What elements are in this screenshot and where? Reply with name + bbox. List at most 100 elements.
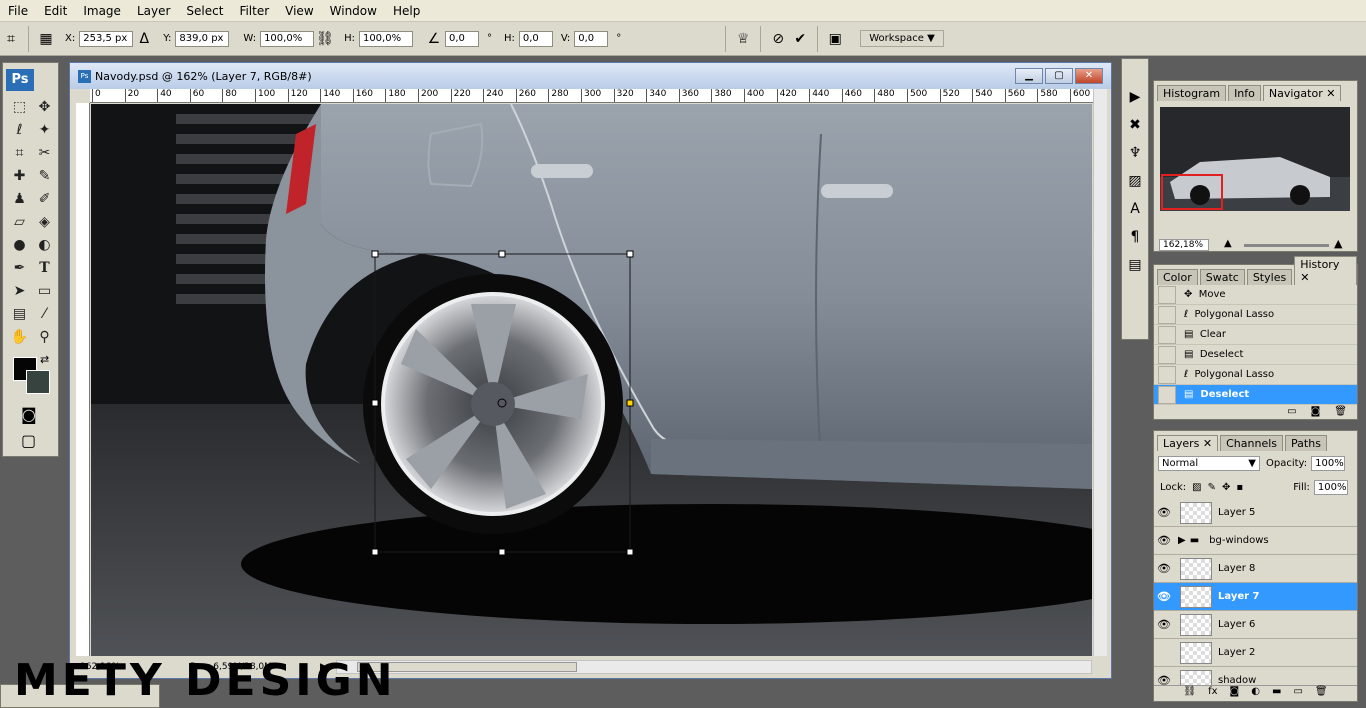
expand-arrow-icon[interactable]: ▶	[1178, 535, 1186, 546]
zoom-slider[interactable]	[1244, 244, 1329, 247]
eraser-tool-icon[interactable]: ▱	[7, 210, 32, 233]
x-field[interactable]: 253,5 px	[79, 30, 134, 47]
navigator-preview[interactable]	[1160, 107, 1350, 211]
minimize-button[interactable]: ▁	[1015, 68, 1043, 84]
history-item[interactable]: ℓ Polygonal Lasso	[1154, 365, 1357, 385]
layer-comps-icon[interactable]: ▤	[1122, 251, 1148, 279]
history-checkbox[interactable]	[1158, 305, 1176, 324]
maximize-button[interactable]: ▢	[1045, 68, 1073, 84]
background-color-swatch[interactable]	[26, 370, 50, 394]
eye-icon[interactable]: 👁	[1154, 590, 1174, 603]
horizontal-scrollbar[interactable]	[336, 660, 1092, 674]
crop-tool-icon[interactable]: ⌗	[7, 141, 32, 164]
move-tool-icon[interactable]: ✥	[32, 95, 57, 118]
hskew-field[interactable]: 0,0	[518, 30, 553, 47]
eye-icon[interactable]: 👁	[1154, 534, 1174, 547]
menu-layer[interactable]: Layer	[129, 0, 178, 22]
workspace-button[interactable]: Workspace ▼	[860, 30, 944, 47]
commit-transform-icon[interactable]: ✔	[789, 28, 811, 50]
tool-presets-icon[interactable]: ✖	[1122, 111, 1148, 139]
tab-swatches[interactable]: Swatc	[1199, 269, 1245, 285]
link-icon[interactable]: ⛓	[314, 28, 336, 50]
close-button[interactable]: ✕	[1075, 68, 1103, 84]
blur-tool-icon[interactable]: ●	[7, 233, 32, 256]
history-checkbox[interactable]	[1158, 285, 1176, 304]
path-select-tool-icon[interactable]: ➤	[7, 279, 32, 302]
actions-icon[interactable]: ▶	[1122, 83, 1148, 111]
layer-row-selected[interactable]: 👁 Layer 7	[1154, 583, 1357, 611]
delta-icon[interactable]: Δ	[133, 28, 155, 50]
lock-all-icon[interactable]: ▪	[1236, 482, 1243, 493]
eye-icon[interactable]: 👁	[1154, 562, 1174, 575]
pen-tool-icon[interactable]: ✒	[7, 256, 32, 279]
eyedropper-tool-icon[interactable]: ⁄	[32, 302, 57, 325]
height-field[interactable]: 100,0%	[358, 30, 413, 47]
menu-filter[interactable]: Filter	[231, 0, 277, 22]
lock-image-icon[interactable]: ✎	[1208, 482, 1216, 493]
navigator-zoom[interactable]: 162,18%	[1159, 239, 1209, 251]
history-checkbox[interactable]	[1158, 345, 1176, 364]
y-field[interactable]: 839,0 px	[175, 30, 230, 47]
character-icon[interactable]: A	[1122, 195, 1148, 223]
clone-source-icon[interactable]: ▨	[1122, 167, 1148, 195]
menu-window[interactable]: Window	[322, 0, 385, 22]
menu-select[interactable]: Select	[178, 0, 231, 22]
bridge-icon[interactable]: ▣	[824, 28, 846, 50]
eye-icon[interactable]: 👁	[1154, 506, 1174, 519]
brush-tool-icon[interactable]: ✎	[32, 164, 57, 187]
stamp-tool-icon[interactable]: ♟	[7, 187, 32, 210]
history-checkbox[interactable]	[1158, 385, 1176, 404]
blend-mode-select[interactable]: Normal ▼	[1158, 455, 1260, 471]
document-titlebar[interactable]: Ps Navody.psd @ 162% (Layer 7, RGB/8#) ▁…	[70, 63, 1111, 89]
opacity-field[interactable]: 100%	[1311, 455, 1346, 471]
delete-layer-icon[interactable]: 🗑	[1315, 686, 1328, 701]
tab-info[interactable]: Info	[1228, 85, 1261, 101]
paragraph-icon[interactable]: ¶	[1122, 223, 1148, 251]
menu-file[interactable]: File	[0, 0, 36, 22]
new-group-icon[interactable]: ▬	[1272, 686, 1281, 701]
history-item[interactable]: ℓ Polygonal Lasso	[1154, 305, 1357, 325]
hand-tool-icon[interactable]: ✋	[7, 325, 32, 348]
new-document-icon[interactable]: ▭	[1287, 406, 1296, 417]
vskew-field[interactable]: 0,0	[574, 30, 609, 47]
link-layers-icon[interactable]: ⛓	[1183, 686, 1196, 701]
marquee-tool-icon[interactable]: ⬚	[7, 95, 32, 118]
tab-navigator[interactable]: Navigator ✕	[1262, 85, 1342, 101]
trash-icon[interactable]: 🗑	[1334, 406, 1347, 417]
menu-help[interactable]: Help	[385, 0, 428, 22]
lasso-tool-icon[interactable]: ℓ	[7, 118, 32, 141]
notes-tool-icon[interactable]: ▤	[7, 302, 32, 325]
tab-channels[interactable]: Channels	[1220, 435, 1284, 451]
swap-colors-icon[interactable]: ⇄	[40, 353, 49, 366]
menu-view[interactable]: View	[277, 0, 321, 22]
width-field[interactable]: 100,0%	[260, 30, 315, 47]
shape-tool-icon[interactable]: ▭	[32, 279, 57, 302]
canvas[interactable]	[91, 104, 1092, 656]
tab-history[interactable]: History ✕	[1294, 256, 1357, 285]
transform-tool-icon[interactable]: ⌗	[0, 28, 22, 50]
lock-position-icon[interactable]: ✥	[1222, 482, 1230, 493]
layer-row[interactable]: Layer 2	[1154, 639, 1357, 667]
snapshot-icon[interactable]: ◙	[1311, 406, 1321, 417]
tab-paths[interactable]: Paths	[1285, 435, 1327, 451]
fx-icon[interactable]: fx	[1208, 686, 1217, 701]
layer-group-row[interactable]: 👁 ▶ ▬ bg-windows	[1154, 527, 1357, 555]
type-tool-icon[interactable]: T	[32, 256, 57, 279]
new-layer-icon[interactable]: ▭	[1293, 686, 1302, 701]
history-item[interactable]: ✥ Move	[1154, 285, 1357, 305]
brushes-icon[interactable]: ♆	[1122, 139, 1148, 167]
paint-bucket-tool-icon[interactable]: ◈	[32, 210, 57, 233]
reference-point-icon[interactable]: ▦	[35, 28, 57, 50]
menu-image[interactable]: Image	[75, 0, 129, 22]
history-item[interactable]: ▤ Clear	[1154, 325, 1357, 345]
eye-icon[interactable]: 👁	[1154, 618, 1174, 631]
fill-field[interactable]: 100%	[1313, 479, 1348, 495]
layer-row[interactable]: 👁 Layer 8	[1154, 555, 1357, 583]
quick-mask-icon[interactable]: ◙	[21, 405, 37, 424]
adjustment-icon[interactable]: ◐	[1251, 686, 1260, 701]
layer-row[interactable]: 👁 Layer 5	[1154, 499, 1357, 527]
history-item[interactable]: ▤ Deselect	[1154, 345, 1357, 365]
history-item-selected[interactable]: ▤ Deselect	[1154, 385, 1357, 405]
tab-styles[interactable]: Styles	[1246, 269, 1293, 285]
dodge-tool-icon[interactable]: ◐	[32, 233, 57, 256]
